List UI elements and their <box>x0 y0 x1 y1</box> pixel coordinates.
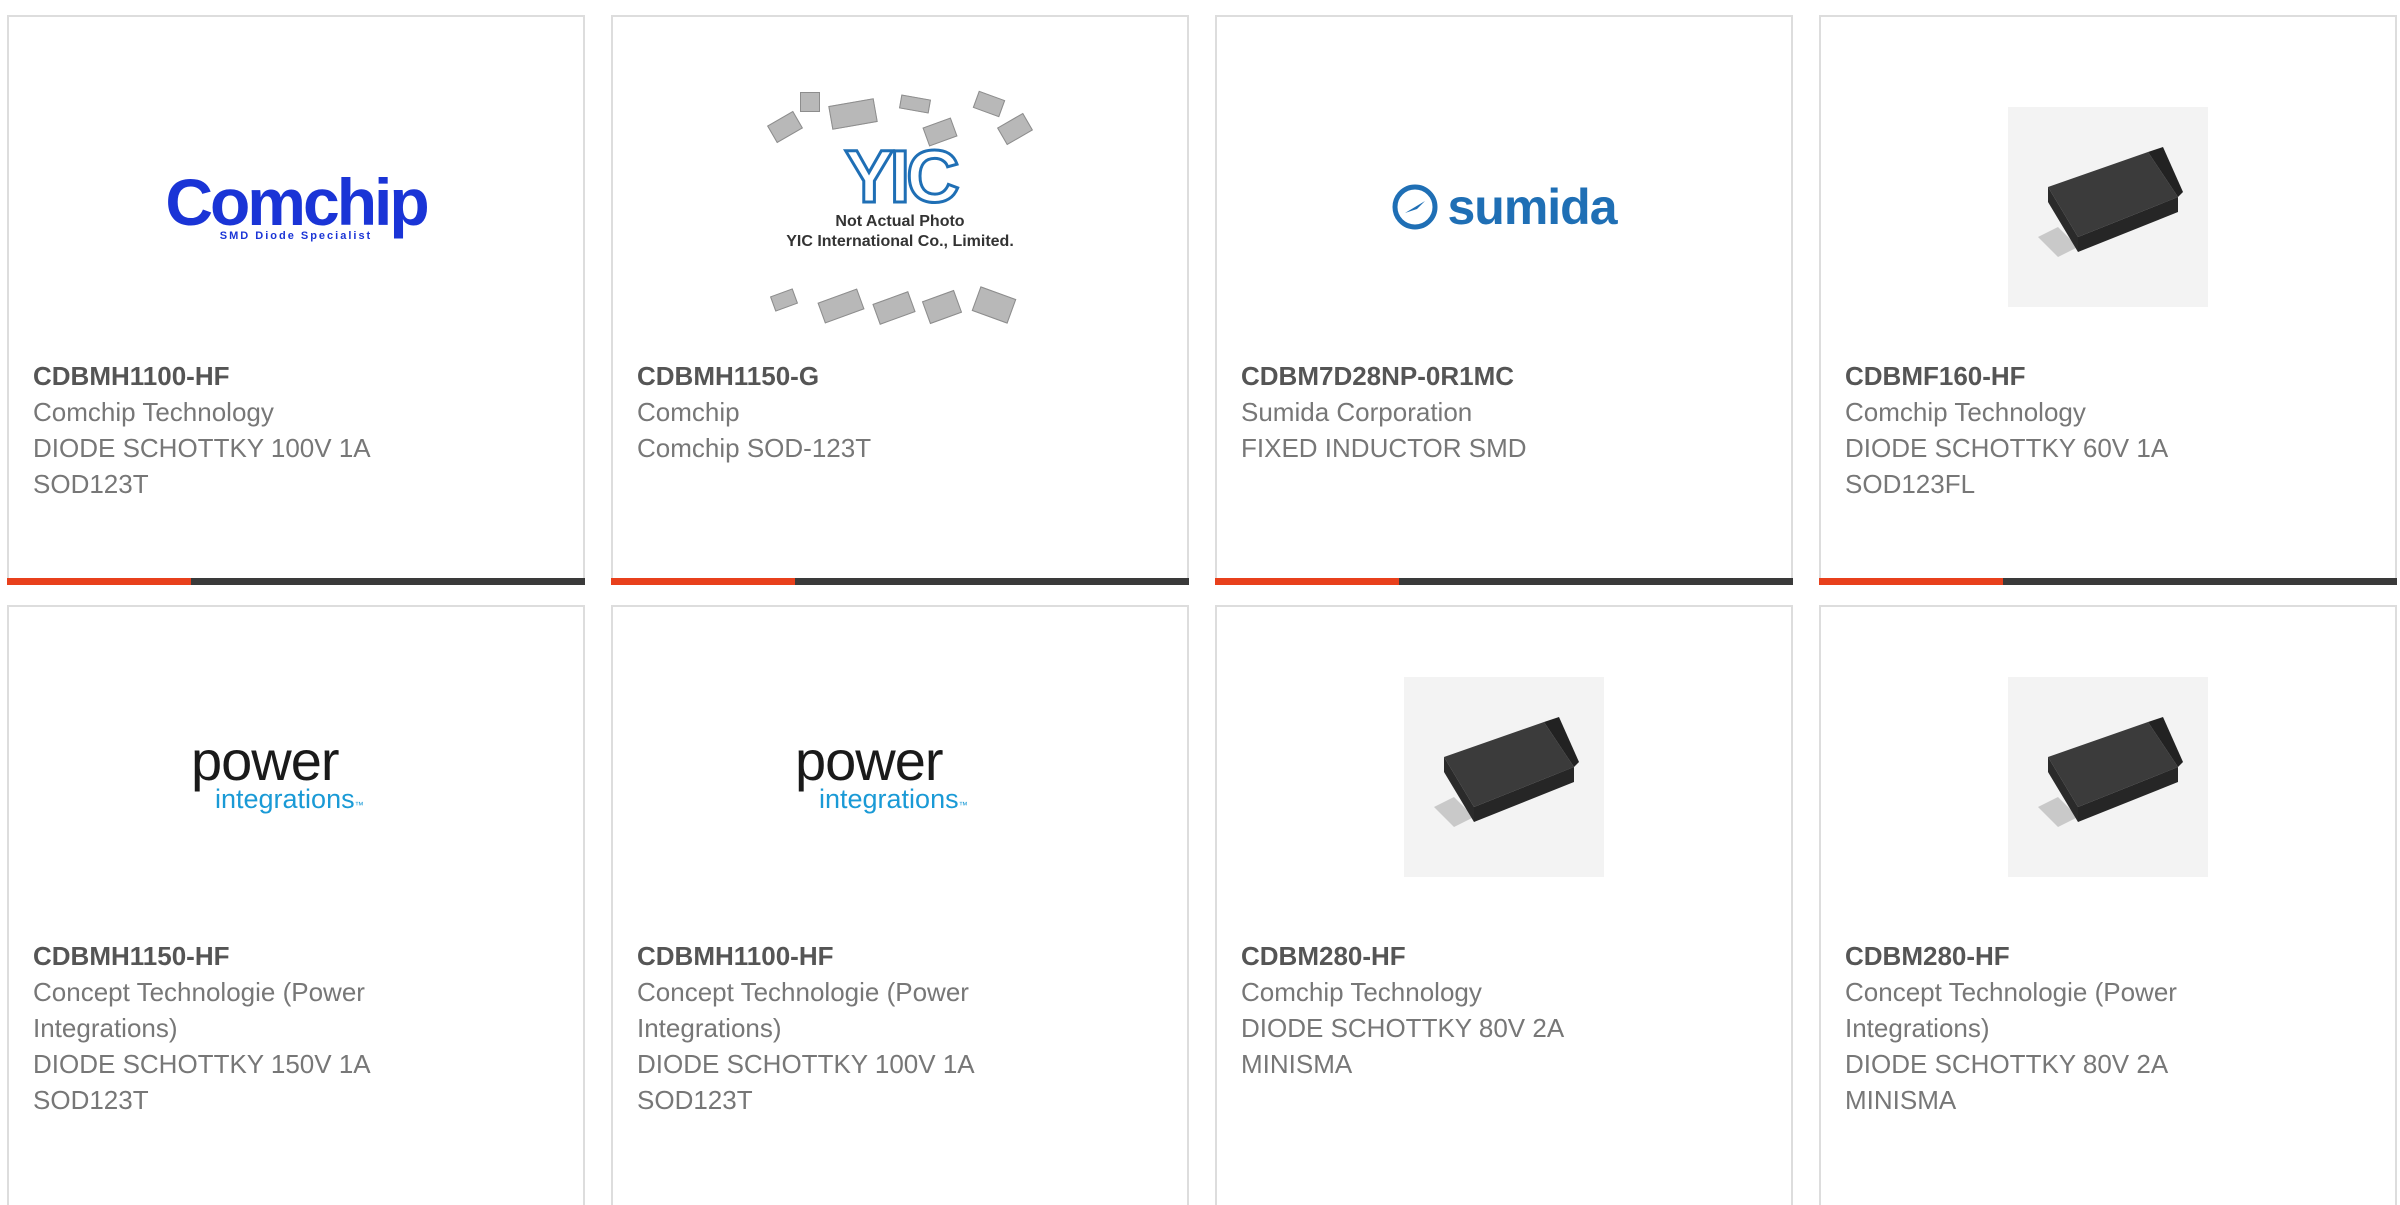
manufacturer: Comchip Technology <box>1845 397 2086 427</box>
product-card[interactable]: sumida CDBM7D28NP-0R1MC Sumida Corporati… <box>1215 15 1793 585</box>
product-card[interactable]: YIC Not Actual Photo YIC International C… <box>611 15 1189 585</box>
manufacturer: Concept Technologie (Power Integrations) <box>1845 977 2177 1043</box>
comchip-logo: Comchip SMD Diode Specialist <box>165 165 429 242</box>
yic-placeholder-image: YIC Not Actual Photo YIC International C… <box>760 87 1040 327</box>
manufacturer: Comchip Technology <box>1241 977 1482 1007</box>
product-image[interactable]: sumida <box>1217 57 1791 357</box>
sumida-logo: sumida <box>1391 178 1618 236</box>
product-image[interactable]: YIC Not Actual Photo YIC International C… <box>613 57 1187 357</box>
part-number[interactable]: CDBM7D28NP-0R1MC <box>1241 358 1767 394</box>
power-integrations-logo: power integrations™ <box>795 729 968 814</box>
description: DIODE SCHOTTKY 60V 1A SOD123FL <box>1845 433 2167 499</box>
product-card[interactable]: CDBM280-HF Concept Technologie (Power In… <box>1819 605 2397 1205</box>
part-number[interactable]: CDBMF160-HF <box>1845 358 2371 394</box>
product-image[interactable] <box>1821 627 2395 927</box>
product-card[interactable]: CDBMF160-HF Comchip Technology DIODE SCH… <box>1819 15 2397 585</box>
manufacturer: Concept Technologie (Power Integrations) <box>33 977 365 1043</box>
part-number[interactable]: CDBMH1100-HF <box>637 938 1163 974</box>
product-card[interactable]: CDBM280-HF Comchip Technology DIODE SCHO… <box>1215 605 1793 1205</box>
part-number[interactable]: CDBMH1150-G <box>637 358 1163 394</box>
part-number[interactable]: CDBMH1150-HF <box>33 938 559 974</box>
part-number[interactable]: CDBM280-HF <box>1845 938 2371 974</box>
product-image[interactable]: Comchip SMD Diode Specialist <box>9 57 583 357</box>
product-image[interactable]: power integrations™ <box>613 627 1187 927</box>
description: FIXED INDUCTOR SMD <box>1241 433 1527 463</box>
description: DIODE SCHOTTKY 100V 1A SOD123T <box>637 1049 974 1115</box>
part-number[interactable]: CDBMH1100-HF <box>33 358 559 394</box>
manufacturer: Sumida Corporation <box>1241 397 1473 427</box>
product-image[interactable]: power integrations™ <box>9 627 583 927</box>
card-footer-bar <box>1819 578 2397 585</box>
part-number[interactable]: CDBM280-HF <box>1241 938 1767 974</box>
card-footer-bar <box>7 578 585 585</box>
diode-package-image <box>2008 107 2208 307</box>
description: DIODE SCHOTTKY 100V 1A SOD123T <box>33 433 370 499</box>
product-card[interactable]: power integrations™ CDBMH1150-HF Concept… <box>7 605 585 1205</box>
manufacturer: Concept Technologie (Power Integrations) <box>637 977 969 1043</box>
diode-package-image <box>1404 677 1604 877</box>
product-image[interactable] <box>1217 627 1791 927</box>
card-footer-bar <box>1215 578 1793 585</box>
power-integrations-logo: power integrations™ <box>191 729 364 814</box>
card-footer-bar <box>611 578 1189 585</box>
product-card[interactable]: Comchip SMD Diode Specialist CDBMH1100-H… <box>7 15 585 585</box>
manufacturer: Comchip <box>637 397 740 427</box>
product-image[interactable] <box>1821 57 2395 357</box>
product-card[interactable]: power integrations™ CDBMH1100-HF Concept… <box>611 605 1189 1205</box>
description: DIODE SCHOTTKY 150V 1A SOD123T <box>33 1049 370 1115</box>
description: Comchip SOD-123T <box>637 433 872 463</box>
diode-package-image <box>2008 677 2208 877</box>
description: DIODE SCHOTTKY 80V 2A MINISMA <box>1241 1013 1563 1079</box>
sumida-mark-icon <box>1392 184 1438 230</box>
manufacturer: Comchip Technology <box>33 397 274 427</box>
description: DIODE SCHOTTKY 80V 2A MINISMA <box>1845 1049 2167 1115</box>
